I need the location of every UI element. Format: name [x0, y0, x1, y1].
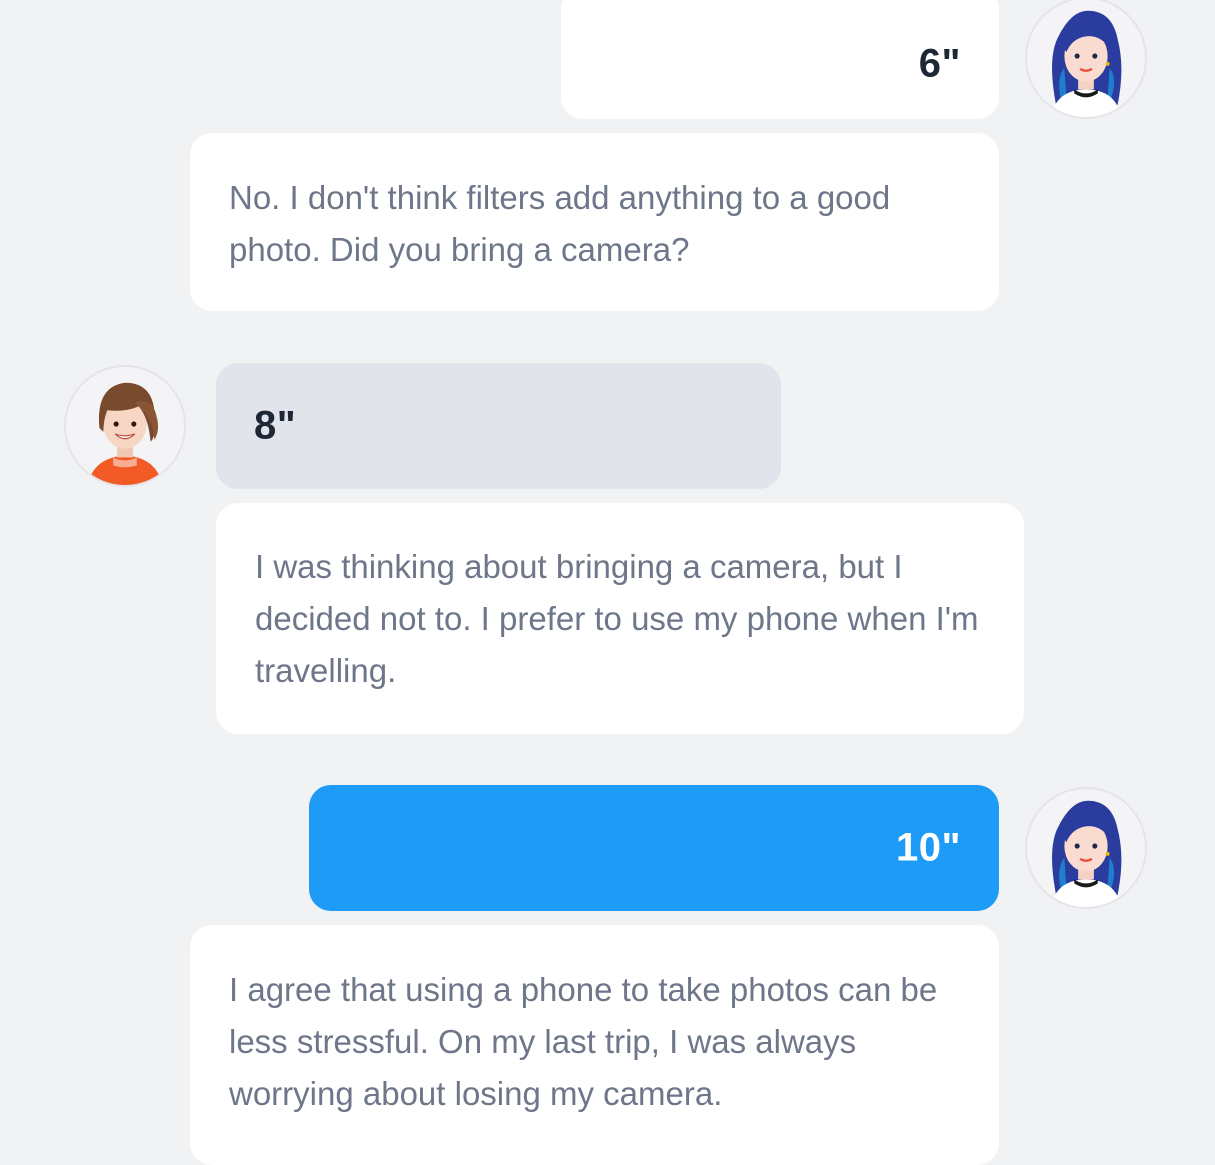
text-message-bubble: I agree that using a phone to take photo…: [190, 925, 999, 1165]
woman-blue-hair-avatar-icon: [1025, 0, 1147, 119]
audio-duration: 6": [918, 41, 961, 86]
message-text: I was thinking about bringing a camera, …: [255, 548, 979, 689]
audio-message-bubble-playing[interactable]: 10": [309, 785, 999, 911]
message-text: No. I don't think filters add anything t…: [229, 179, 891, 268]
text-message-bubble: I was thinking about bringing a camera, …: [216, 503, 1024, 734]
audio-message-bubble[interactable]: 6": [561, 0, 999, 119]
text-message-bubble: No. I don't think filters add anything t…: [190, 133, 999, 311]
message-text: I agree that using a phone to take photo…: [229, 971, 938, 1112]
woman-brown-hair-avatar-icon: [64, 365, 186, 487]
audio-duration: 8": [254, 403, 297, 448]
woman-blue-hair-avatar-icon: [1025, 787, 1147, 909]
audio-duration: 10": [896, 825, 961, 870]
audio-message-bubble[interactable]: 8": [216, 363, 781, 489]
